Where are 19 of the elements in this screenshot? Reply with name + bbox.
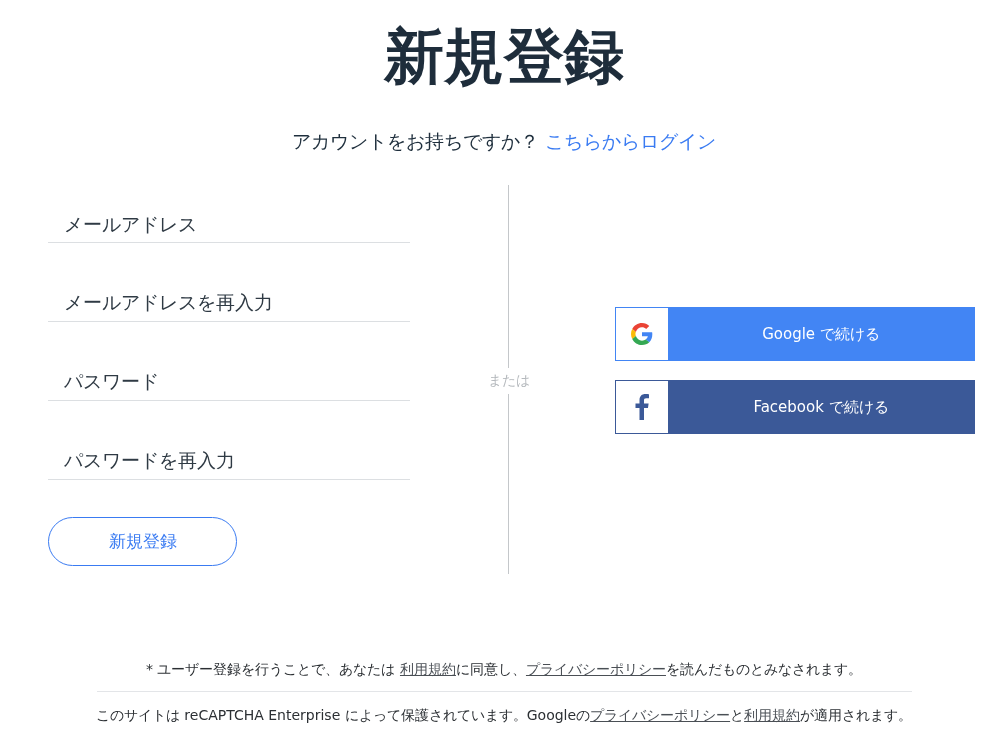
google-icon (631, 323, 653, 345)
footer-note: * ユーザー登録を行うことで、あなたは 利用規約に同意し、プライバシーポリシーを読んだものとみなされます。 (145, 660, 863, 679)
input-field[interactable]: パスワード (48, 341, 410, 401)
divider-label: または (487, 368, 530, 394)
login-link[interactable]: こちらからログイン (545, 130, 716, 152)
input-field[interactable]: パスワードを再入力 (48, 420, 410, 480)
policy-link[interactable]: 利用規約 (399, 661, 456, 677)
input-field[interactable]: メールアドレス (48, 185, 410, 243)
policy-link[interactable]: プライバシーポリシー (525, 661, 666, 677)
login-prompt: アカウントをお持ちですか？ こちらからログイン (291, 129, 716, 154)
google-button[interactable]: Google で続ける (615, 307, 975, 361)
policy-link[interactable]: 利用規約 (744, 707, 801, 723)
page-title: 新規登録 (384, 20, 624, 93)
signup-button[interactable]: 新規登録 (48, 517, 237, 566)
facebook-icon (635, 394, 649, 420)
policy-link[interactable]: プライバシーポリシー (590, 707, 731, 723)
input-field[interactable]: メールアドレスを再入力 (48, 262, 410, 322)
footer-note: このサイトは reCAPTCHA Enterprise によって保護されています。Googleのプライバシーポリシー と 利用規約が適用されます。 (94, 706, 914, 725)
facebook-button[interactable]: Facebook で続ける (615, 380, 975, 434)
